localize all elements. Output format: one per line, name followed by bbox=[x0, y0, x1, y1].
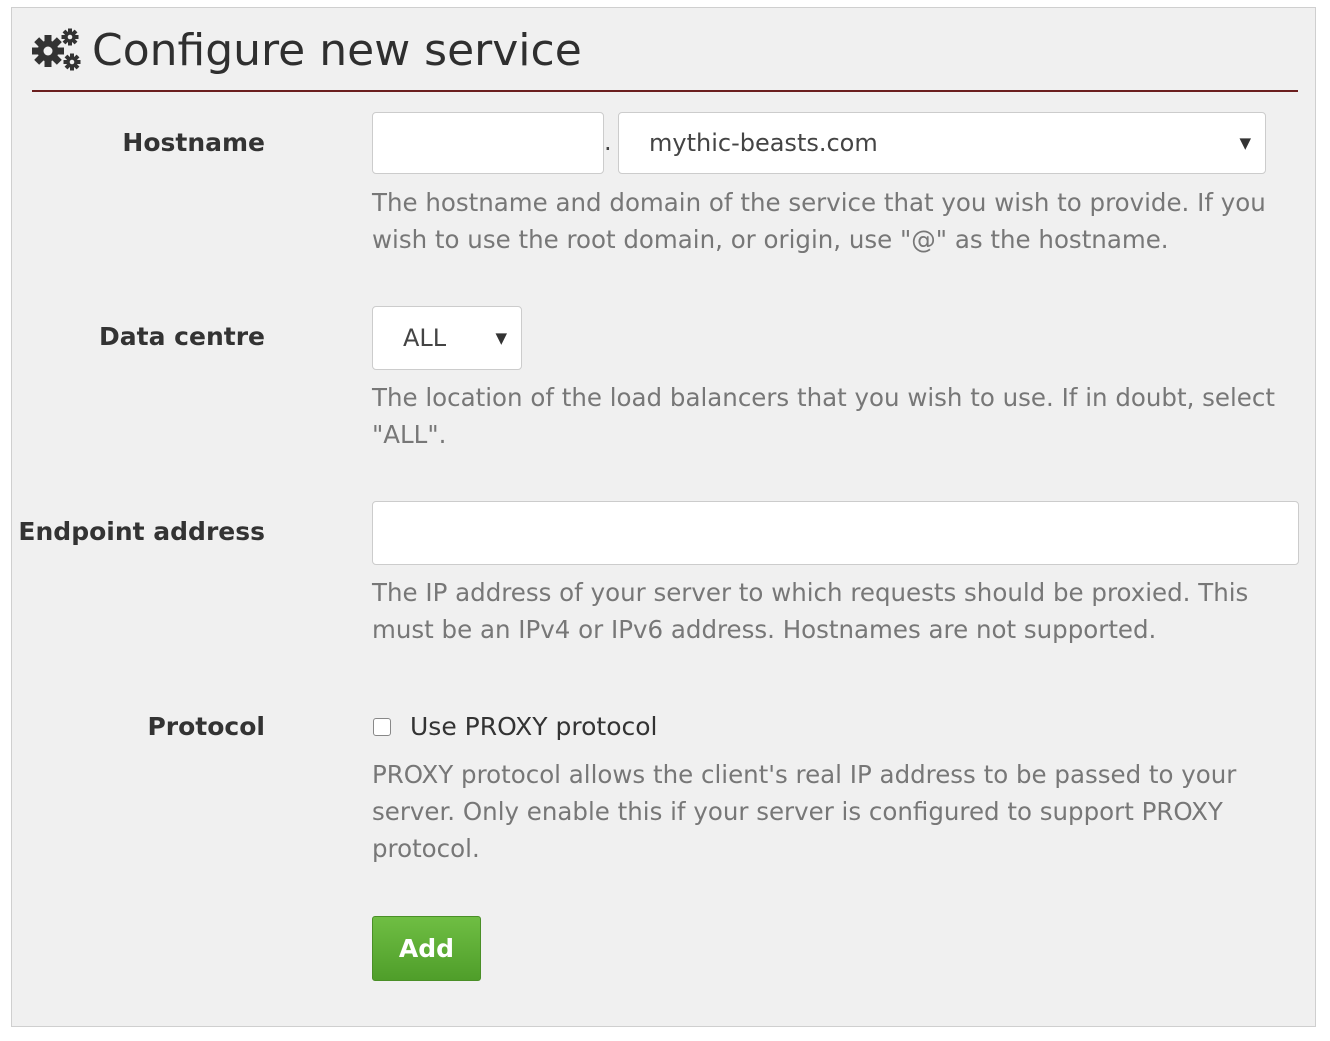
hostname-domain-separator: . bbox=[604, 128, 612, 156]
proxy-protocol-checkbox-label[interactable]: Use PROXY protocol bbox=[410, 712, 658, 741]
protocol-help-text: PROXY protocol allows the client's real … bbox=[372, 760, 1237, 863]
endpoint-address-label: Endpoint address bbox=[18, 517, 265, 546]
page-title: Configure new service bbox=[92, 24, 582, 76]
hostname-label: Hostname bbox=[122, 128, 265, 157]
protocol-label: Protocol bbox=[147, 712, 265, 741]
domain-select[interactable]: mythic-beasts.com ▼ bbox=[618, 112, 1266, 174]
caret-down-icon: ▼ bbox=[495, 329, 507, 347]
hostname-help-text: The hostname and domain of the service t… bbox=[372, 188, 1266, 254]
data-centre-help-text: The location of the load balancers that … bbox=[372, 383, 1275, 449]
data-centre-select[interactable]: ALL ▼ bbox=[372, 306, 522, 370]
title-divider bbox=[32, 90, 1298, 92]
data-centre-select-value: ALL bbox=[403, 324, 447, 352]
gears-icon bbox=[32, 28, 81, 71]
data-centre-label: Data centre bbox=[99, 322, 265, 351]
domain-select-value: mythic-beasts.com bbox=[649, 129, 878, 157]
hostname-input[interactable] bbox=[372, 112, 604, 174]
endpoint-address-input[interactable] bbox=[372, 501, 1299, 565]
proxy-protocol-checkbox[interactable] bbox=[373, 718, 391, 736]
configure-service-panel: Configure new service Hostname . mythic-… bbox=[11, 7, 1316, 1027]
page-header: Configure new service bbox=[32, 22, 582, 78]
caret-down-icon: ▼ bbox=[1239, 134, 1251, 152]
add-button[interactable]: Add bbox=[372, 916, 481, 981]
endpoint-help-text: The IP address of your server to which r… bbox=[372, 578, 1249, 644]
